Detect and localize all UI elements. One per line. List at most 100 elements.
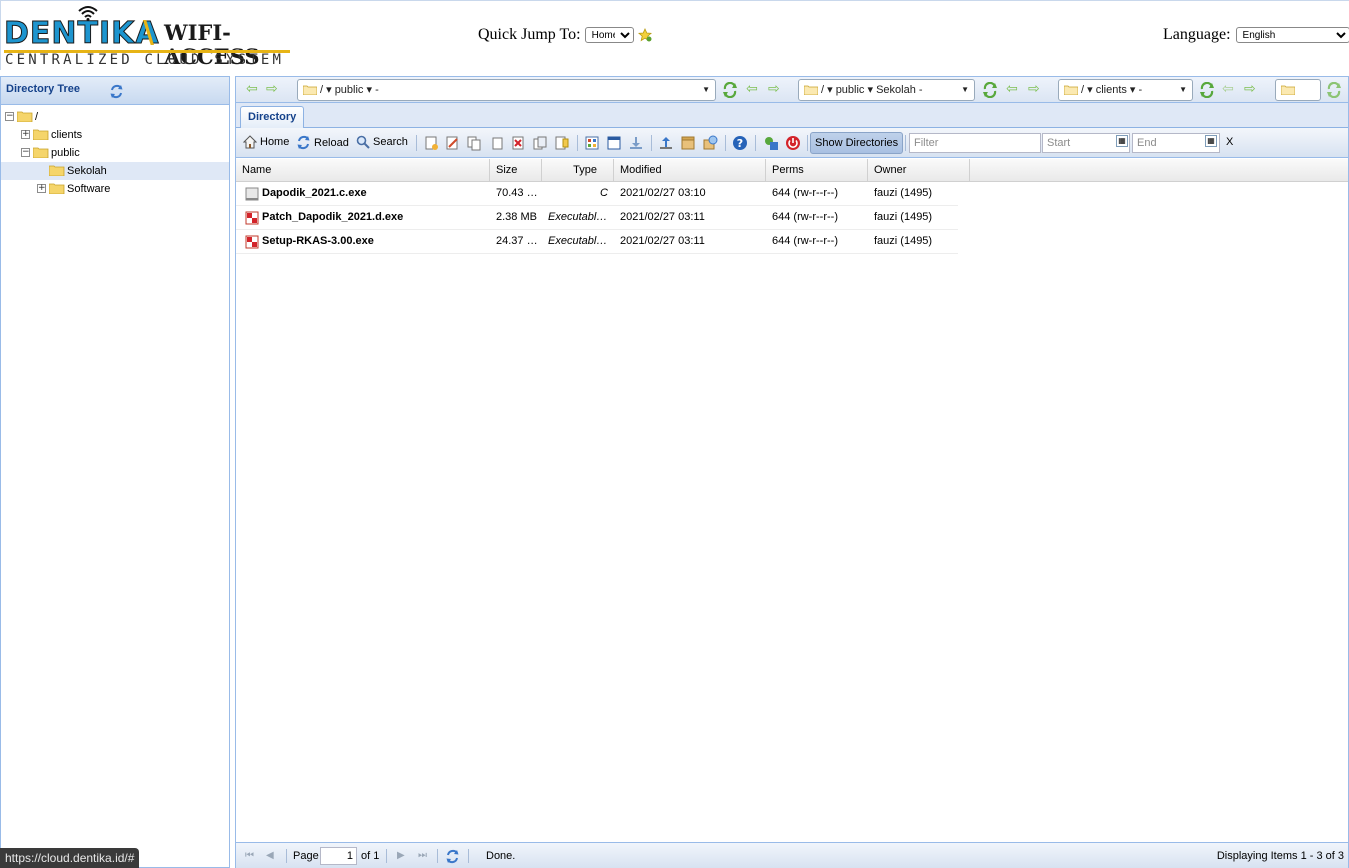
folder-icon bbox=[1064, 85, 1078, 95]
dropdown-arrow-icon[interactable]: ▼ bbox=[961, 80, 969, 100]
page-number-input[interactable] bbox=[320, 847, 357, 865]
download-icon[interactable] bbox=[628, 135, 644, 151]
tree-node-public[interactable]: − public bbox=[1, 144, 229, 162]
directory-tree-panel: Directory Tree − / + clients − public Se… bbox=[0, 76, 230, 868]
tab-directory[interactable]: Directory bbox=[240, 106, 305, 128]
folder-icon bbox=[303, 85, 317, 95]
path-text: / ▾ clients ▾ - bbox=[1081, 84, 1143, 96]
last-page-icon[interactable]: ⏭ bbox=[418, 850, 427, 861]
forward-arrow-icon[interactable]: ⇨ bbox=[1244, 82, 1256, 96]
expand-icon[interactable]: + bbox=[37, 184, 46, 193]
home-button[interactable]: Home bbox=[243, 135, 289, 149]
archive-icon[interactable] bbox=[680, 135, 696, 151]
path-bar: ⇦ ⇨ / ▾ public ▾ - ▼ ⇦ ⇨ / ▾ public ▾ Se… bbox=[236, 77, 1348, 103]
cell-size: 24.37 … bbox=[496, 235, 538, 247]
tree-node-sekolah[interactable]: Sekolah bbox=[1, 162, 229, 180]
collapse-icon[interactable]: − bbox=[21, 148, 30, 157]
cell-name: Patch_Dapodik_2021.d.exe bbox=[262, 211, 404, 223]
refresh-tree-icon[interactable] bbox=[109, 84, 124, 99]
clear-filter-button[interactable]: X bbox=[1226, 136, 1233, 148]
language-selector: Language: English bbox=[1163, 26, 1349, 44]
quick-jump-select[interactable]: Home bbox=[584, 27, 634, 43]
reload-label: Reload bbox=[314, 136, 349, 149]
reload-icon bbox=[297, 135, 310, 150]
column-header-perms[interactable]: Perms bbox=[766, 159, 868, 182]
refresh-icon[interactable] bbox=[982, 82, 998, 98]
paging-separator bbox=[386, 849, 387, 863]
refresh-icon[interactable] bbox=[722, 82, 738, 98]
cell-owner: fauzi (1495) bbox=[874, 211, 933, 223]
copy-icon[interactable] bbox=[466, 135, 482, 151]
view-window-icon[interactable] bbox=[606, 135, 622, 151]
cell-modified: 2021/02/27 03:10 bbox=[620, 187, 706, 199]
table-row[interactable]: Patch_Dapodik_2021.d.exe 2.38 MB Executa… bbox=[236, 206, 958, 230]
column-header-modified[interactable]: Modified bbox=[614, 159, 766, 182]
tree-node-root[interactable]: − / bbox=[1, 108, 229, 126]
folder-icon bbox=[1281, 85, 1295, 95]
column-header-type[interactable]: Type bbox=[542, 159, 614, 182]
edit-file-icon[interactable] bbox=[444, 135, 460, 151]
quick-jump-label: Quick Jump To: bbox=[478, 26, 581, 43]
refresh-icon[interactable] bbox=[445, 849, 460, 864]
search-button[interactable]: Search bbox=[356, 135, 408, 149]
calendar-icon[interactable]: ▦ bbox=[1205, 135, 1217, 147]
paging-separator bbox=[437, 849, 438, 863]
tree-node-software[interactable]: + Software bbox=[1, 180, 229, 198]
upload-icon[interactable] bbox=[658, 135, 674, 151]
table-row[interactable]: Setup-RKAS-3.00.exe 24.37 … Executabl… 2… bbox=[236, 230, 958, 254]
column-header-name[interactable]: Name bbox=[236, 159, 490, 182]
reload-button[interactable]: Reload bbox=[296, 135, 349, 150]
extract-icon[interactable] bbox=[702, 135, 718, 151]
collapse-icon[interactable]: − bbox=[5, 112, 14, 121]
path-pane-4[interactable] bbox=[1275, 79, 1321, 101]
paste-icon[interactable] bbox=[489, 135, 505, 151]
language-select[interactable]: English bbox=[1235, 27, 1349, 43]
rename-icon[interactable] bbox=[554, 135, 570, 151]
help-icon[interactable]: ? bbox=[732, 135, 748, 151]
new-file-icon[interactable] bbox=[423, 135, 439, 151]
toolbar-separator bbox=[725, 135, 726, 151]
dropdown-arrow-icon[interactable]: ▼ bbox=[1179, 80, 1187, 100]
admin-icon[interactable] bbox=[763, 135, 779, 151]
folder-open-icon bbox=[33, 147, 49, 158]
filter-input[interactable] bbox=[909, 133, 1041, 153]
calendar-icon[interactable]: ▦ bbox=[1116, 135, 1128, 147]
forward-arrow-icon[interactable]: ⇨ bbox=[1028, 82, 1040, 96]
language-label: Language: bbox=[1163, 26, 1231, 43]
back-arrow-icon[interactable]: ⇦ bbox=[246, 82, 258, 96]
view-details-icon[interactable] bbox=[584, 135, 600, 151]
forward-arrow-icon[interactable]: ⇨ bbox=[768, 82, 780, 96]
logout-power-icon[interactable] bbox=[785, 135, 801, 151]
dropdown-arrow-icon[interactable]: ▼ bbox=[702, 80, 710, 100]
expand-icon[interactable]: + bbox=[21, 130, 30, 139]
back-arrow-icon[interactable]: ⇦ bbox=[1222, 82, 1234, 96]
directory-tree-header: Directory Tree bbox=[1, 77, 229, 105]
forward-arrow-icon[interactable]: ⇨ bbox=[266, 82, 278, 96]
refresh-icon[interactable] bbox=[1199, 82, 1215, 98]
back-arrow-icon[interactable]: ⇦ bbox=[746, 82, 758, 96]
cell-name: Setup-RKAS-3.00.exe bbox=[262, 235, 374, 247]
search-label: Search bbox=[373, 136, 408, 148]
tree-node-clients[interactable]: + clients bbox=[1, 126, 229, 144]
prev-page-icon[interactable]: ◀ bbox=[266, 850, 274, 861]
next-page-icon[interactable]: ▶ bbox=[397, 850, 405, 861]
back-arrow-icon[interactable]: ⇦ bbox=[1006, 82, 1018, 96]
cell-size: 70.43 … bbox=[496, 187, 538, 199]
cell-modified: 2021/02/27 03:11 bbox=[620, 235, 705, 247]
table-row[interactable]: Dapodik_2021.c.exe 70.43 … C 2021/02/27 … bbox=[236, 182, 958, 206]
path-text: / ▾ public ▾ Sekolah - bbox=[821, 84, 923, 96]
path-pane-3[interactable]: / ▾ clients ▾ - ▼ bbox=[1058, 79, 1193, 101]
path-pane-1[interactable]: / ▾ public ▾ - ▼ bbox=[297, 79, 716, 101]
first-page-icon[interactable]: ⏮ bbox=[245, 850, 254, 861]
cell-perms: 644 (rw-r--r--) bbox=[772, 211, 838, 223]
refresh-icon[interactable] bbox=[1326, 82, 1342, 98]
duplicate-icon[interactable] bbox=[532, 135, 548, 151]
toolbar-separator bbox=[807, 135, 808, 151]
column-header-owner[interactable]: Owner bbox=[868, 159, 970, 182]
path-pane-2[interactable]: / ▾ public ▾ Sekolah - ▼ bbox=[798, 79, 975, 101]
show-directories-toggle[interactable]: Show Directories bbox=[810, 132, 904, 154]
delete-icon[interactable] bbox=[510, 135, 526, 151]
column-header-size[interactable]: Size bbox=[490, 159, 542, 182]
cell-owner: fauzi (1495) bbox=[874, 235, 933, 247]
bookmark-star-icon[interactable] bbox=[637, 28, 652, 42]
